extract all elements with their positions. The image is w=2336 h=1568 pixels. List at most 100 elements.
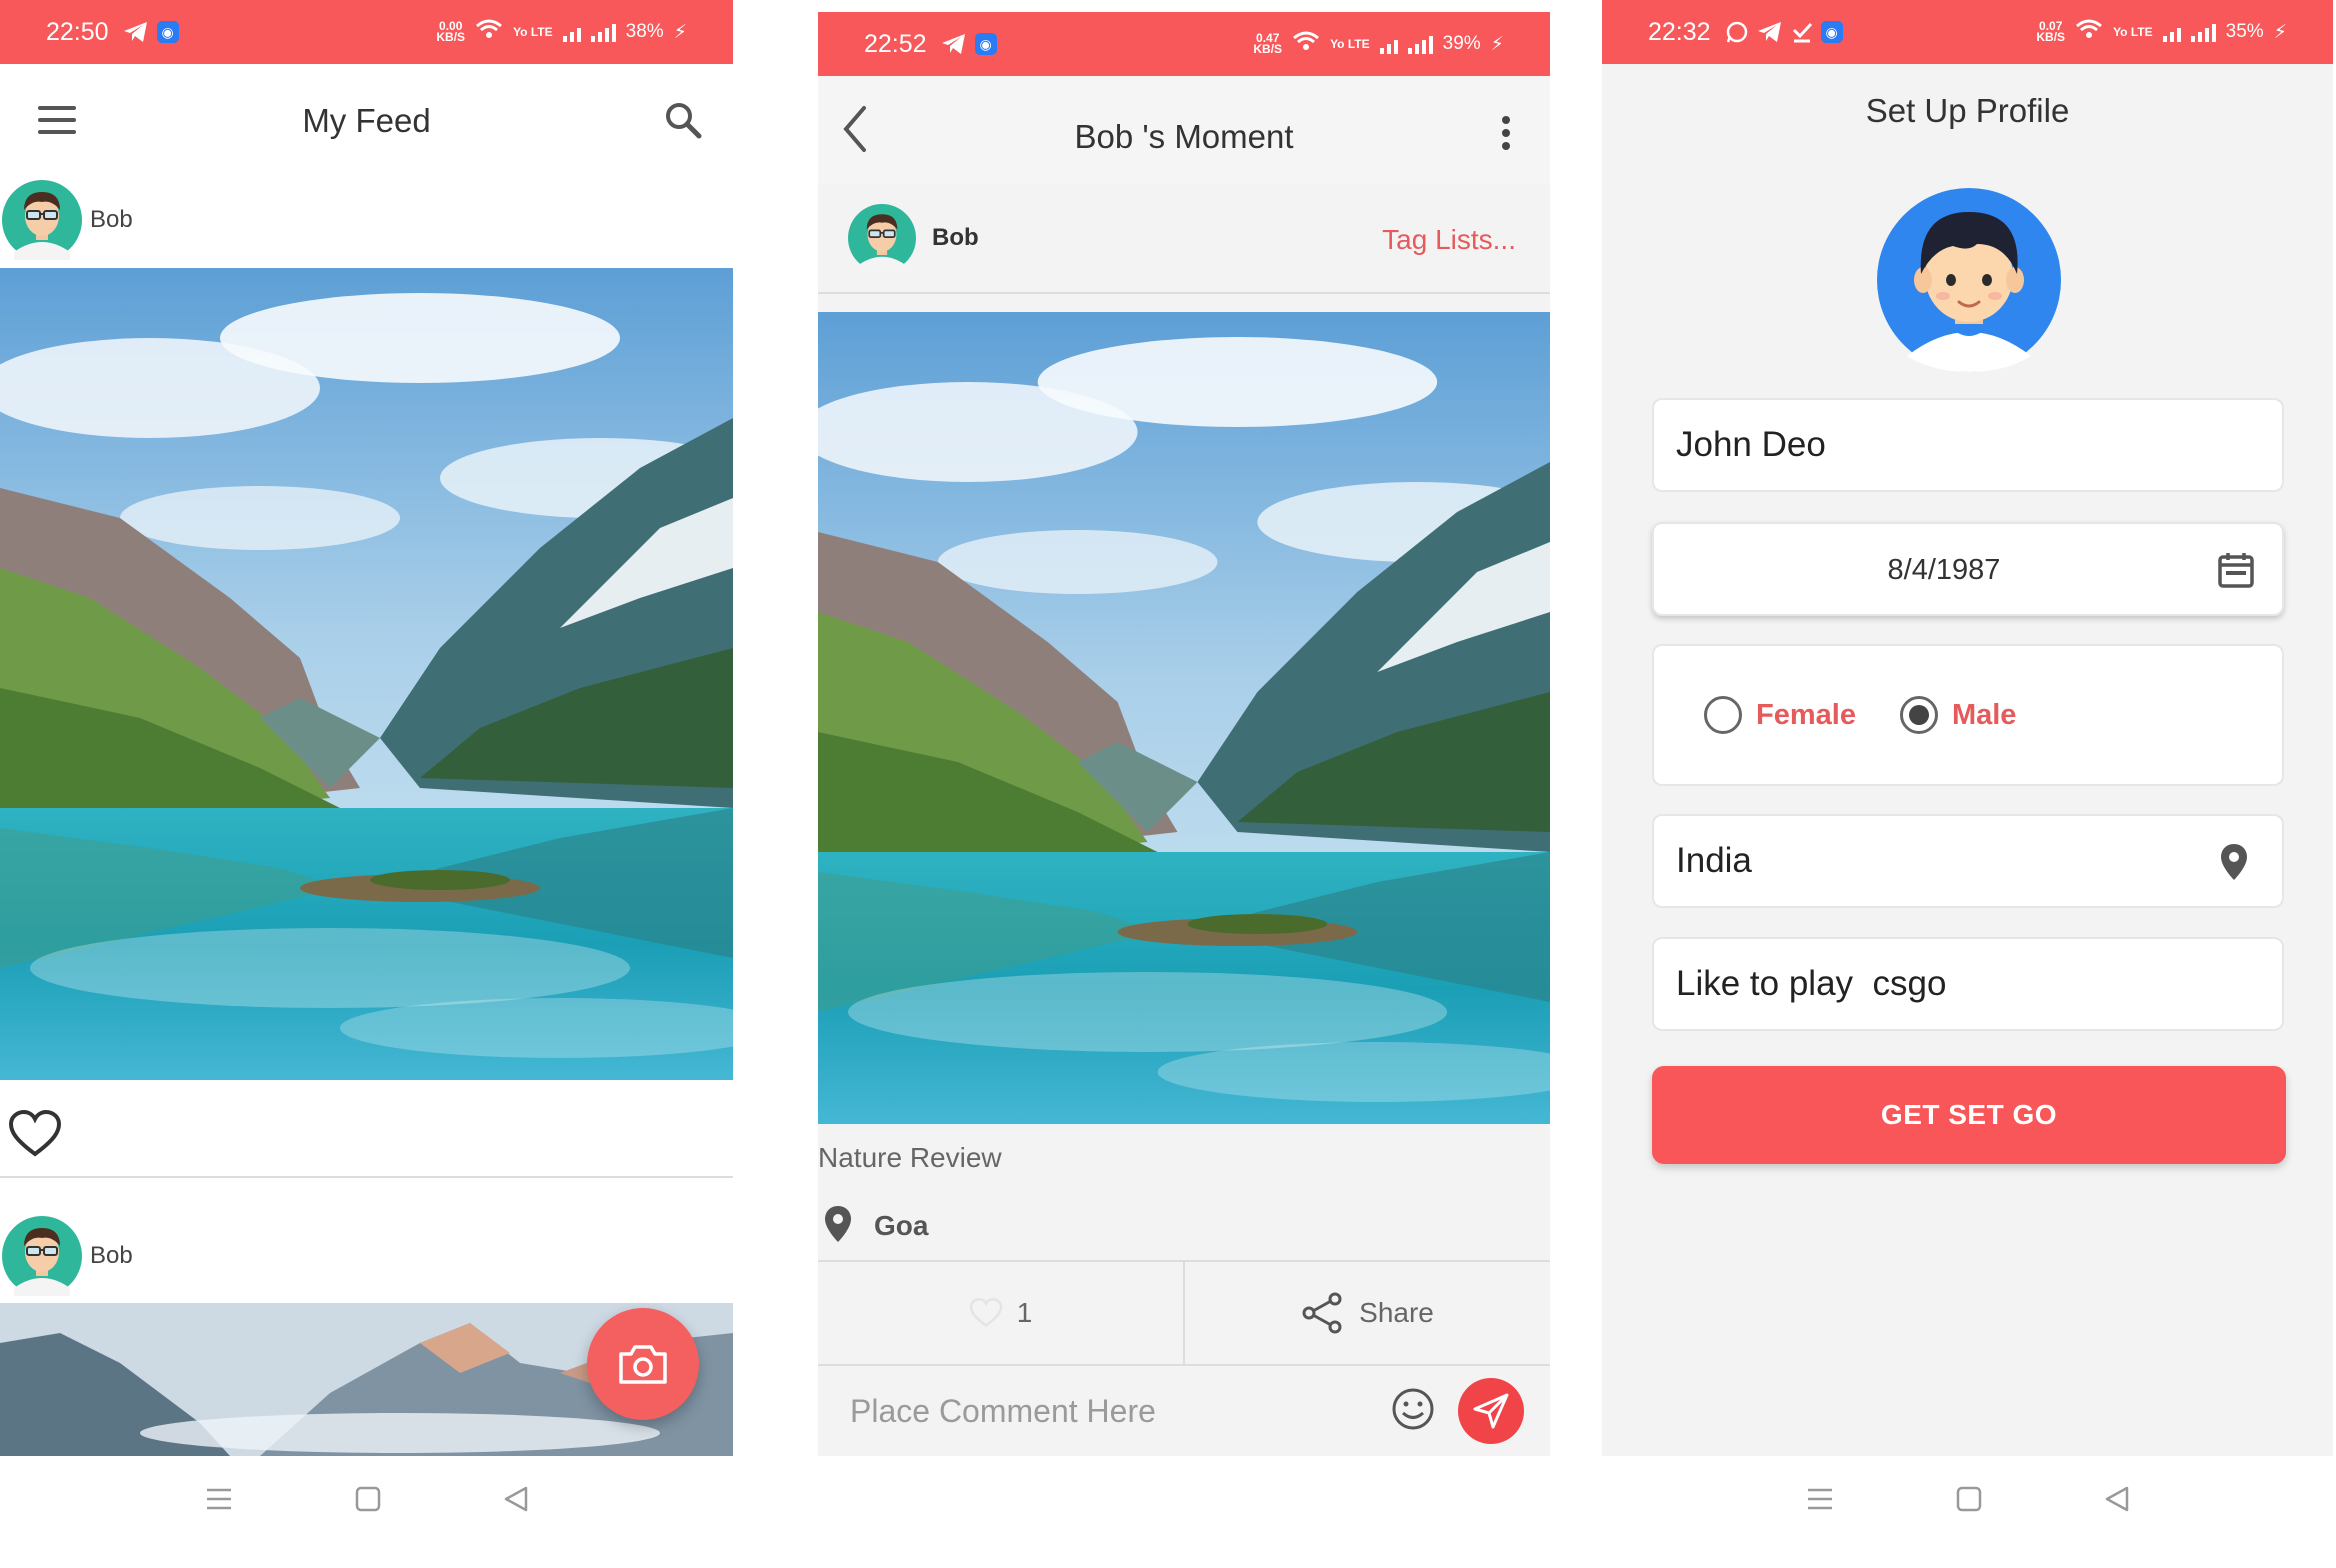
whatsapp-icon bbox=[1725, 20, 1749, 44]
signal-icon bbox=[2162, 22, 2181, 42]
telegram-icon bbox=[941, 33, 967, 55]
screenshot-collage: 22:50 ◉ 0.00 KB/S Yo LTE 38% ⚡ My Feed B… bbox=[0, 0, 2336, 1568]
get-set-go-button[interactable]: GET SET GO bbox=[1652, 1066, 2286, 1164]
search-icon[interactable] bbox=[663, 100, 703, 145]
share-label: Share bbox=[1359, 1297, 1434, 1328]
country-field-container bbox=[1652, 814, 2284, 908]
more-vert-icon[interactable] bbox=[1502, 116, 1510, 155]
send-icon bbox=[1473, 1393, 1509, 1429]
location-pin-icon bbox=[822, 1204, 854, 1249]
send-button[interactable] bbox=[1458, 1378, 1524, 1444]
system-nav-bar bbox=[1602, 1456, 2333, 1546]
status-time: 22:52 bbox=[864, 29, 927, 58]
status-time: 22:32 bbox=[1648, 17, 1711, 46]
like-button[interactable]: 1 bbox=[818, 1262, 1183, 1364]
smile-icon[interactable] bbox=[1390, 1386, 1436, 1437]
avatar bbox=[2, 1216, 82, 1296]
location-name: Goa bbox=[874, 1210, 929, 1241]
signal-icon-2 bbox=[1407, 34, 1433, 54]
home-nav-icon[interactable] bbox=[1955, 1485, 1983, 1518]
back-nav-icon[interactable] bbox=[502, 1485, 530, 1518]
status-speed: 0.07 KB/S bbox=[2036, 19, 2066, 44]
wifi-icon bbox=[2075, 18, 2103, 46]
status-speed: 0.47 KB/S bbox=[1253, 31, 1283, 56]
heart-icon bbox=[969, 1298, 1002, 1328]
status-bar: 22:50 ◉ 0.00 KB/S Yo LTE 38% ⚡ bbox=[0, 0, 733, 64]
post-image[interactable] bbox=[818, 312, 1550, 1124]
signal-icon bbox=[562, 22, 581, 42]
gender-radio-male[interactable]: Male bbox=[1899, 696, 2017, 734]
post-caption: Nature Review bbox=[818, 1142, 1002, 1173]
gender-group: Female Male bbox=[1652, 644, 2284, 786]
recents-nav-icon[interactable] bbox=[1805, 1486, 1835, 1517]
status-bar: 22:52 ◉ 0.47 KB/S Yo LTE 39% ⚡ bbox=[818, 12, 1550, 76]
back-nav-icon[interactable] bbox=[2103, 1485, 2131, 1518]
status-right: 0.47 KB/S Yo LTE 39% ⚡ bbox=[1253, 30, 1504, 58]
calendar-icon[interactable] bbox=[2216, 550, 2256, 595]
app-notification-icon: ◉ bbox=[974, 33, 997, 55]
post-author: Bob bbox=[932, 224, 979, 251]
status-time: 22:50 bbox=[46, 17, 109, 46]
status-bar: 22:32 ◉ 0.07 KB/S Yo LTE 35% ⚡ bbox=[1602, 0, 2333, 64]
network-type: Yo LTE bbox=[513, 24, 553, 39]
home-nav-icon[interactable] bbox=[354, 1485, 382, 1518]
download-done-icon bbox=[1791, 21, 1813, 43]
like-count: 1 bbox=[1016, 1297, 1033, 1328]
heart-icon[interactable] bbox=[8, 1109, 62, 1163]
dob-field[interactable]: 8/4/1987 bbox=[1652, 522, 2284, 616]
wifi-icon bbox=[475, 18, 503, 46]
signal-icon-2 bbox=[590, 22, 616, 42]
post-author: Bob bbox=[90, 1242, 133, 1269]
name-field[interactable] bbox=[1654, 400, 2282, 490]
camera-icon bbox=[619, 1345, 667, 1384]
telegram-icon bbox=[123, 21, 149, 43]
battery-level: 35% bbox=[2225, 21, 2264, 42]
telegram-icon bbox=[1757, 21, 1783, 43]
page-title: Set Up Profile bbox=[1865, 92, 2070, 129]
charging-icon: ⚡ bbox=[1490, 33, 1504, 55]
dob-value: 8/4/1987 bbox=[1887, 554, 2001, 586]
wifi-icon bbox=[1292, 30, 1320, 58]
avatar bbox=[2, 180, 82, 260]
profile-screen: 22:32 ◉ 0.07 KB/S Yo LTE 35% ⚡ Set Up Pr… bbox=[1602, 0, 2333, 1456]
battery-level: 38% bbox=[625, 21, 664, 42]
location-pin-icon[interactable] bbox=[2218, 842, 2250, 887]
status-speed: 0.00 KB/S bbox=[436, 19, 466, 44]
post-image[interactable] bbox=[0, 268, 733, 1080]
system-nav-bar bbox=[0, 1456, 733, 1546]
recents-nav-icon[interactable] bbox=[204, 1486, 234, 1517]
location-row: Goa bbox=[818, 1192, 1550, 1262]
gender-radio-female[interactable]: Female bbox=[1704, 696, 1856, 734]
tag-lists-link[interactable]: Tag Lists... bbox=[1382, 224, 1516, 256]
bio-field[interactable] bbox=[1654, 939, 2282, 1029]
profile-avatar[interactable] bbox=[1877, 188, 2061, 372]
moment-screen: 22:52 ◉ 0.47 KB/S Yo LTE 39% ⚡ Bob 's Mo… bbox=[818, 12, 1550, 1456]
app-notification-icon: ◉ bbox=[156, 21, 179, 43]
post-header[interactable]: Bob bbox=[0, 176, 733, 264]
share-icon bbox=[1302, 1292, 1342, 1334]
radio-circle-selected bbox=[1899, 696, 1938, 734]
comment-bar bbox=[818, 1366, 1550, 1456]
radio-circle bbox=[1704, 696, 1742, 734]
signal-icon-2 bbox=[2190, 22, 2216, 42]
page-title: Bob 's Moment bbox=[1074, 118, 1294, 155]
country-field[interactable] bbox=[1654, 816, 2282, 906]
radio-label: Male bbox=[1951, 698, 2017, 731]
camera-button[interactable] bbox=[587, 1308, 699, 1420]
battery-level: 39% bbox=[1442, 33, 1481, 54]
post-header[interactable]: Bob bbox=[0, 1212, 733, 1300]
page-title: My Feed bbox=[302, 102, 431, 139]
share-button[interactable]: Share bbox=[1183, 1262, 1550, 1364]
bio-field-container bbox=[1652, 937, 2284, 1031]
comment-input[interactable] bbox=[850, 1392, 1370, 1430]
radio-label: Female bbox=[1756, 698, 1856, 731]
app-bar: My Feed bbox=[0, 64, 733, 180]
app-bar: Bob 's Moment bbox=[818, 76, 1550, 184]
signal-icon bbox=[1379, 34, 1398, 54]
post-author: Bob bbox=[90, 206, 133, 233]
network-type: Yo LTE bbox=[2113, 24, 2153, 39]
post-actions bbox=[0, 1080, 733, 1178]
post-actions: 1 Share bbox=[818, 1262, 1550, 1366]
feed-screen: 22:50 ◉ 0.00 KB/S Yo LTE 38% ⚡ My Feed B… bbox=[0, 0, 733, 1456]
avatar[interactable] bbox=[848, 204, 916, 272]
